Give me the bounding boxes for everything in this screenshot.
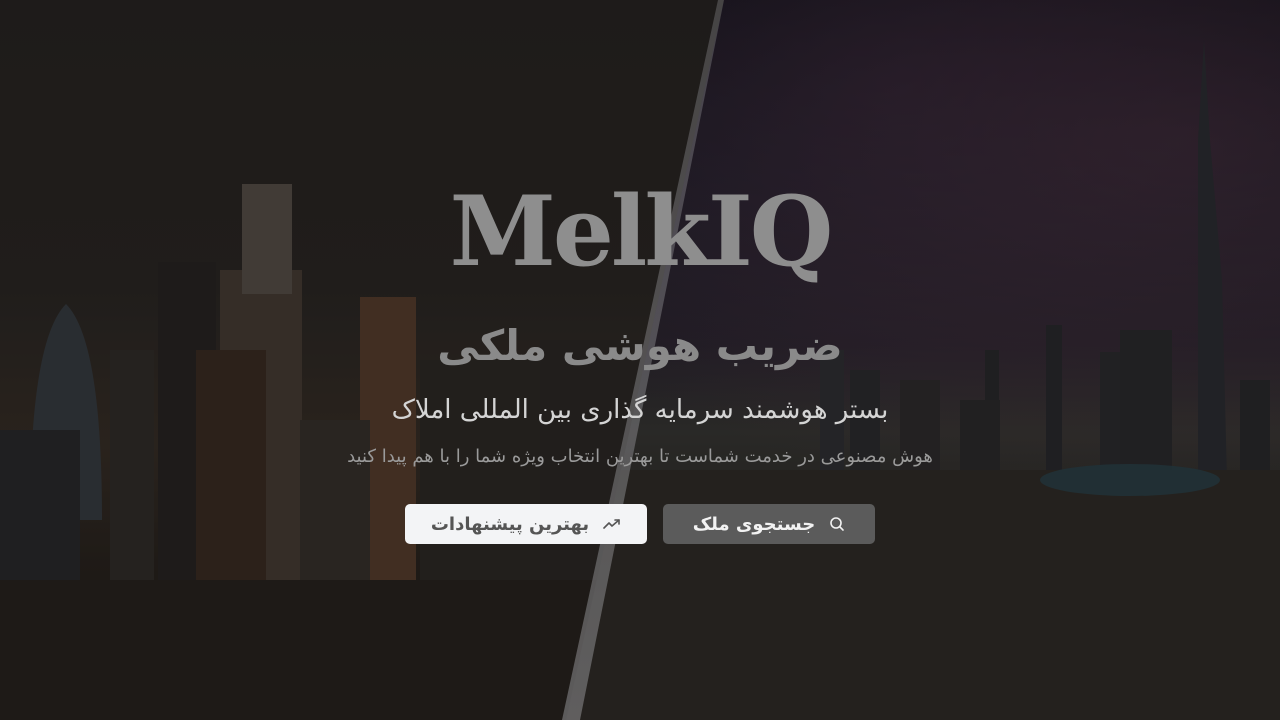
hero-headline: ضریب هوشی ملکی [437, 321, 843, 370]
search-property-button[interactable]: جستجوی ملک [663, 504, 875, 544]
hero-section: MelkIQ ضریب هوشی ملکی بستر هوشمند سرمایه… [0, 0, 1280, 720]
best-offers-label: بهترین پیشنهادات [430, 513, 590, 535]
trending-up-icon [603, 517, 621, 531]
hero-tagline: هوش مصنوعی در خدمت شماست تا بهترین انتخا… [347, 446, 933, 467]
search-icon [829, 516, 845, 532]
search-property-label: جستجوی ملک [692, 513, 816, 535]
brand-logo-text: MelkIQ [449, 175, 834, 288]
hero-content: MelkIQ ضریب هوشی ملکی بستر هوشمند سرمایه… [0, 0, 1280, 720]
best-offers-button[interactable]: بهترین پیشنهادات [405, 504, 647, 544]
hero-subtitle: بستر هوشمند سرمایه گذاری بین المللی املا… [391, 395, 889, 425]
